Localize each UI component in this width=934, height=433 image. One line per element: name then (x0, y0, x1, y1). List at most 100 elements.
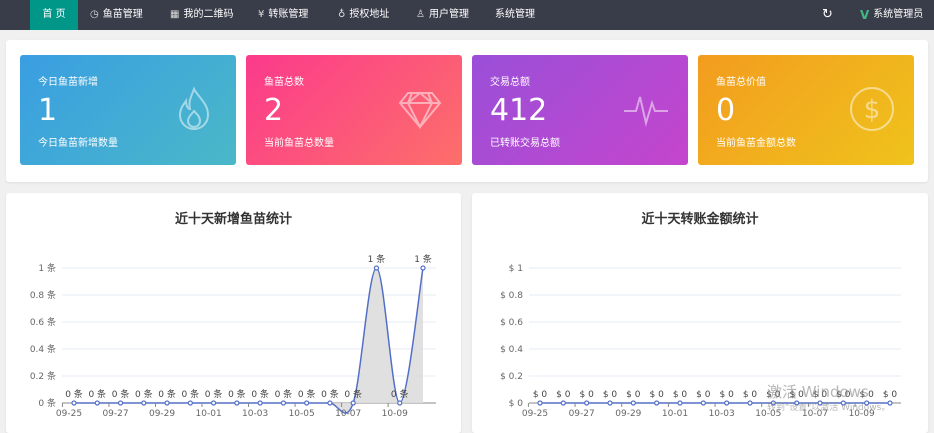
x-tick-label: 09-25 (522, 409, 548, 419)
data-point (677, 400, 683, 406)
data-point (397, 400, 403, 406)
data-point (327, 400, 333, 406)
y-tick-label: $ 1 (509, 264, 523, 274)
y-tick-label: $ 0 (509, 399, 524, 409)
user-menu[interactable]: V 系统管理员 (860, 0, 923, 30)
data-label: 0 条 (391, 388, 409, 400)
data-label: 0 条 (205, 388, 223, 400)
nav-label: 我的二维码 (183, 9, 234, 20)
data-point (560, 400, 566, 406)
nav-user-management[interactable]: ♙ 用户管理 (416, 0, 469, 30)
data-point (373, 265, 380, 271)
nav-label: 系统管理 (495, 9, 535, 20)
data-point (117, 400, 124, 406)
x-tick-label: 09-27 (569, 409, 595, 419)
x-tick-label: 10-01 (196, 409, 222, 419)
stat-card-today-new: 今日鱼苗新增 1 今日鱼苗新增数量 (20, 55, 236, 165)
chart-panel-new-fry: 近十天新增鱼苗统计 0 条 0.2 条 0.4 条 0.6 条 0.8 条1 条 09-2… (6, 193, 461, 433)
nav-system-management[interactable]: 系统管理 (495, 0, 535, 30)
data-point (724, 400, 730, 406)
data-label: $ 0 (883, 390, 898, 400)
nav-home[interactable]: 首 页 (30, 0, 78, 30)
y-tick-label: 0.6 条 (30, 316, 56, 328)
nav-label: 用户管理 (428, 9, 469, 20)
data-point (584, 400, 590, 406)
data-label: 0 条 (298, 388, 316, 400)
data-label: $ 0 (556, 390, 571, 400)
nav-label: 首 页 (42, 9, 66, 20)
pulse-icon (624, 96, 668, 127)
data-label: 0 条 (251, 388, 269, 400)
data-label: 0 条 (275, 388, 293, 400)
data-label: 0 条 (112, 388, 130, 400)
data-label: $ 0 (673, 390, 688, 400)
data-label: 0 条 (182, 388, 200, 400)
data-point (420, 265, 426, 271)
data-point (747, 400, 753, 406)
data-point (257, 400, 263, 406)
data-point (187, 400, 193, 406)
windows-watermark-title: 激活 Windows (767, 383, 869, 401)
y-tick-label: 0 条 (38, 397, 56, 409)
x-tick-label: 10-05 (289, 409, 315, 419)
data-label: 0 条 (321, 388, 339, 400)
qrcode-icon: ▦ (170, 9, 180, 20)
data-label: $ 0 (720, 390, 735, 400)
nav-label: 授权地址 (349, 9, 390, 20)
x-tick-label: 09-29 (615, 409, 641, 419)
data-label: $ 0 (696, 390, 711, 400)
y-tick-label: $ 0.2 (500, 372, 523, 382)
y-tick-label: $ 0.8 (500, 291, 523, 301)
data-point (607, 400, 613, 406)
data-point (141, 400, 147, 406)
x-tick-label: 10-01 (662, 409, 688, 419)
nav-fry-management[interactable]: ◷ 鱼苗管理 (90, 0, 143, 30)
y-tick-label: 0.2 条 (30, 370, 56, 382)
user-icon: ♙ (416, 9, 425, 20)
nav-transfer-management[interactable]: ¥ 转账管理 (258, 0, 308, 30)
data-point (350, 400, 356, 406)
top-nav: 首 页 ◷ 鱼苗管理 ▦ 我的二维码 ¥ 转账管理 ♁ 授权地址 ♙ 用户管理 系统管理 … (0, 0, 934, 30)
data-point (94, 400, 100, 406)
clock-icon: ◷ (90, 9, 99, 20)
location-icon: ♁ (338, 9, 346, 20)
new-fry-chart: 0 条0.2 条0.4 条0.6 条0.8 条1 条09-250 条0 条09-… (30, 253, 436, 419)
data-label: 0 条 (88, 388, 106, 400)
x-tick-label: 10-03 (709, 409, 735, 419)
stat-card-fry-value: 鱼苗总价值 0 当前鱼苗金额总数 $ (698, 55, 914, 165)
nav-authorized-address[interactable]: ♁ 授权地址 (338, 0, 389, 30)
y-tick-label: 0.8 条 (30, 289, 56, 301)
card-subtitle: 当前鱼苗总数量 (264, 138, 334, 149)
data-label: 1 条 (368, 253, 386, 265)
x-tick-label: 10-03 (242, 409, 268, 419)
nav-my-qrcode[interactable]: ▦ 我的二维码 (170, 0, 233, 30)
dollar-icon: $ (850, 87, 894, 131)
y-tick-label: $ 0.6 (500, 318, 523, 328)
x-tick-label: 09-25 (56, 409, 82, 419)
nav-label: 转账管理 (268, 9, 309, 20)
data-point (71, 400, 77, 406)
svg-text:$: $ (864, 95, 881, 125)
stat-card-transaction-total: 交易总额 412 已转账交易总额 (472, 55, 688, 165)
data-label: 0 条 (228, 388, 246, 400)
nav-label: 鱼苗管理 (102, 9, 143, 20)
data-point (164, 400, 170, 406)
refresh-icon[interactable]: ↻ (822, 0, 833, 30)
data-label: $ 0 (626, 390, 641, 400)
x-tick-label: 09-29 (149, 409, 175, 419)
data-label: 0 条 (65, 388, 83, 400)
data-label: $ 0 (533, 390, 548, 400)
card-subtitle: 已转账交易总额 (490, 138, 560, 149)
user-name: 系统管理员 (873, 9, 924, 20)
vue-logo-icon: V (860, 8, 870, 22)
data-label: $ 0 (580, 390, 595, 400)
data-point (654, 400, 660, 406)
data-label: $ 0 (650, 390, 665, 400)
data-point (700, 400, 706, 406)
fire-icon (178, 86, 210, 130)
data-point (537, 400, 543, 406)
data-label: $ 0 (603, 390, 618, 400)
stat-card-total-fry: 鱼苗总数 2 当前鱼苗总数量 (246, 55, 462, 165)
x-tick-label: 10-07 (335, 409, 361, 419)
data-point (630, 400, 636, 406)
